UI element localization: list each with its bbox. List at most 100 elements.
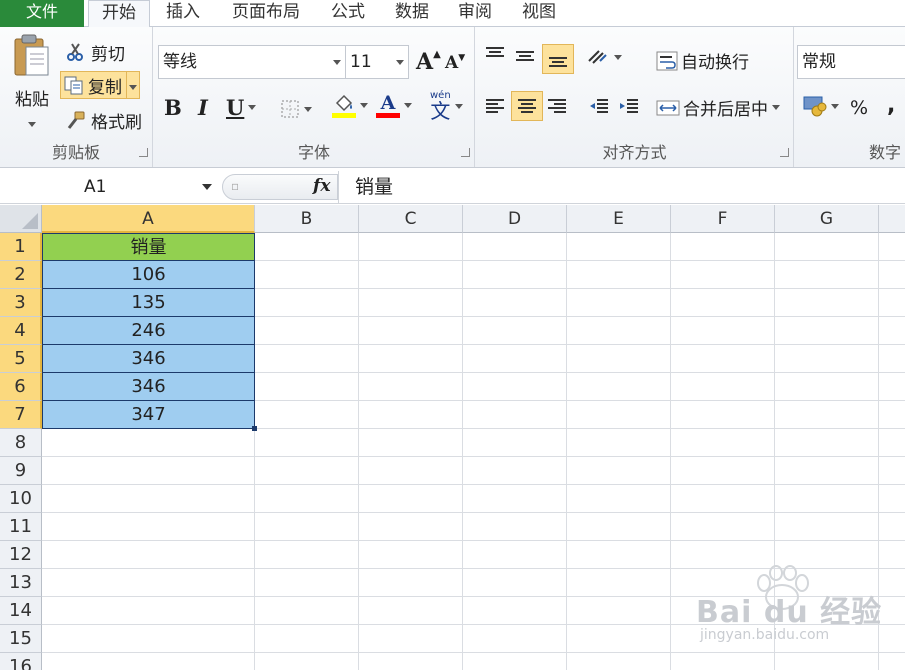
paintbrush-icon — [67, 111, 85, 129]
row-header-12[interactable]: 12 — [0, 541, 42, 569]
row-header-2[interactable]: 2 — [0, 261, 42, 289]
right-align-button[interactable] — [546, 97, 568, 115]
gridline — [358, 233, 359, 670]
row-header-4[interactable]: 4 — [0, 317, 42, 345]
chevron-down-icon — [248, 105, 257, 110]
percent-button[interactable]: % — [850, 97, 868, 119]
select-all-corner[interactable] — [0, 205, 42, 233]
copy-button[interactable]: 复制 — [60, 71, 140, 99]
phonetic-button[interactable]: wén 文 — [430, 91, 463, 121]
tab-insert[interactable]: 插入 — [155, 0, 211, 27]
column-header-b[interactable]: B — [255, 205, 359, 233]
align-middle-icon — [516, 51, 534, 61]
column-header-d[interactable]: D — [463, 205, 567, 233]
fill-handle[interactable] — [252, 426, 257, 431]
column-header-a[interactable]: A — [42, 205, 255, 233]
tab-file[interactable]: 文件 — [0, 0, 84, 27]
bold-button[interactable]: B — [164, 95, 182, 120]
row-header-14[interactable]: 14 — [0, 597, 42, 625]
gridline — [42, 456, 905, 457]
paste-dropdown-icon[interactable] — [28, 122, 36, 127]
font-group-label: 字体 — [297, 143, 330, 162]
row-header-5[interactable]: 5 — [0, 345, 42, 373]
spreadsheet-grid[interactable]: A B C D E F G 1 2 3 4 5 6 7 8 9 10 11 12… — [0, 205, 905, 670]
decrease-indent-button[interactable] — [588, 97, 610, 115]
column-header-e[interactable]: E — [567, 205, 671, 233]
row-header-1[interactable]: 1 — [0, 233, 42, 261]
insert-function-button[interactable]: fx — [313, 176, 330, 196]
row-header-7[interactable]: 7 — [0, 401, 42, 429]
left-align-button[interactable] — [484, 97, 506, 115]
currency-icon — [803, 96, 827, 117]
font-name-combo[interactable]: 等线 — [158, 45, 346, 79]
increase-indent-button[interactable] — [618, 97, 640, 115]
font-color-swatch: A — [376, 93, 400, 118]
name-box-dropdown-icon[interactable] — [202, 184, 212, 190]
number-format-combo[interactable]: 常规 — [797, 45, 905, 79]
accounting-format-button[interactable] — [803, 95, 839, 117]
fill-color-button[interactable] — [332, 93, 368, 118]
column-header-g[interactable]: G — [775, 205, 879, 233]
comma-button[interactable]: , — [887, 93, 895, 118]
gridline — [42, 484, 905, 485]
chevron-down-icon — [129, 85, 137, 90]
clipboard-launcher-icon[interactable] — [139, 148, 148, 157]
tab-data[interactable]: 数据 — [384, 0, 440, 27]
row-header-9[interactable]: 9 — [0, 457, 42, 485]
row-header-8[interactable]: 8 — [0, 429, 42, 457]
tab-home[interactable]: 开始 — [88, 0, 150, 28]
tab-page-layout[interactable]: 页面布局 — [222, 0, 310, 27]
row-header-3[interactable]: 3 — [0, 289, 42, 317]
row-header-10[interactable]: 10 — [0, 485, 42, 513]
font-name-value: 等线 — [163, 52, 197, 72]
row-header-11[interactable]: 11 — [0, 513, 42, 541]
format-painter-button[interactable]: 格式刷 — [66, 107, 142, 133]
cell-a3[interactable]: 135 — [42, 289, 255, 317]
row-header-15[interactable]: 15 — [0, 625, 42, 653]
alignment-launcher-icon[interactable] — [780, 148, 789, 157]
shrink-font-button[interactable]: A ▼ — [445, 53, 465, 73]
font-size-value: 11 — [350, 52, 372, 72]
wrap-text-button[interactable]: 自动换行 — [656, 48, 749, 73]
row-header-16[interactable]: 16 — [0, 653, 42, 670]
tab-view[interactable]: 视图 — [511, 0, 567, 27]
font-color-button[interactable]: A — [376, 93, 412, 118]
borders-button[interactable] — [280, 99, 312, 119]
ribbon-tabs: 文件 开始 插入 页面布局 公式 数据 审阅 视图 — [0, 0, 905, 28]
cell-a7[interactable]: 347 — [42, 401, 255, 429]
name-box[interactable]: A1 — [0, 173, 218, 201]
italic-button[interactable]: I — [198, 95, 208, 120]
row-header-13[interactable]: 13 — [0, 569, 42, 597]
row-header-6[interactable]: 6 — [0, 373, 42, 401]
column-header-h[interactable] — [879, 205, 905, 233]
tab-formulas[interactable]: 公式 — [320, 0, 376, 27]
wrap-text-label: 自动换行 — [681, 53, 749, 73]
cell-a4[interactable]: 246 — [42, 317, 255, 345]
column-header-c[interactable]: C — [359, 205, 463, 233]
paste-button[interactable]: 粘贴 — [8, 33, 56, 133]
formula-input[interactable]: 销量 — [338, 171, 905, 203]
copy-icon — [64, 76, 83, 95]
cell-a5[interactable]: 346 — [42, 345, 255, 373]
tab-review[interactable]: 审阅 — [447, 0, 503, 27]
select-all-icon — [22, 213, 38, 229]
center-align-button[interactable] — [511, 91, 543, 121]
chevron-down-icon — [614, 54, 622, 60]
bottom-align-button[interactable] — [542, 44, 574, 74]
font-size-combo[interactable]: 11 — [345, 45, 409, 79]
top-align-button[interactable] — [484, 45, 506, 63]
grow-font-button[interactable]: A ▲ — [416, 49, 441, 75]
cell-a2[interactable]: 106 — [42, 261, 255, 289]
cell-a1[interactable]: 销量 — [42, 233, 255, 261]
copy-dropdown[interactable] — [126, 72, 137, 98]
merge-center-button[interactable]: 合并后居中 — [656, 95, 780, 120]
middle-align-button[interactable] — [514, 47, 536, 65]
formula-bar: A1 ▫ fx 销量 — [0, 171, 905, 204]
column-header-f[interactable]: F — [671, 205, 775, 233]
underline-button[interactable]: U — [226, 95, 257, 120]
cell-a6[interactable]: 346 — [42, 373, 255, 401]
cut-button[interactable]: 剪切 — [66, 39, 125, 65]
clipboard-group-label: 剪贴板 — [51, 143, 100, 162]
orientation-button[interactable] — [586, 47, 622, 67]
font-launcher-icon[interactable] — [461, 148, 470, 157]
